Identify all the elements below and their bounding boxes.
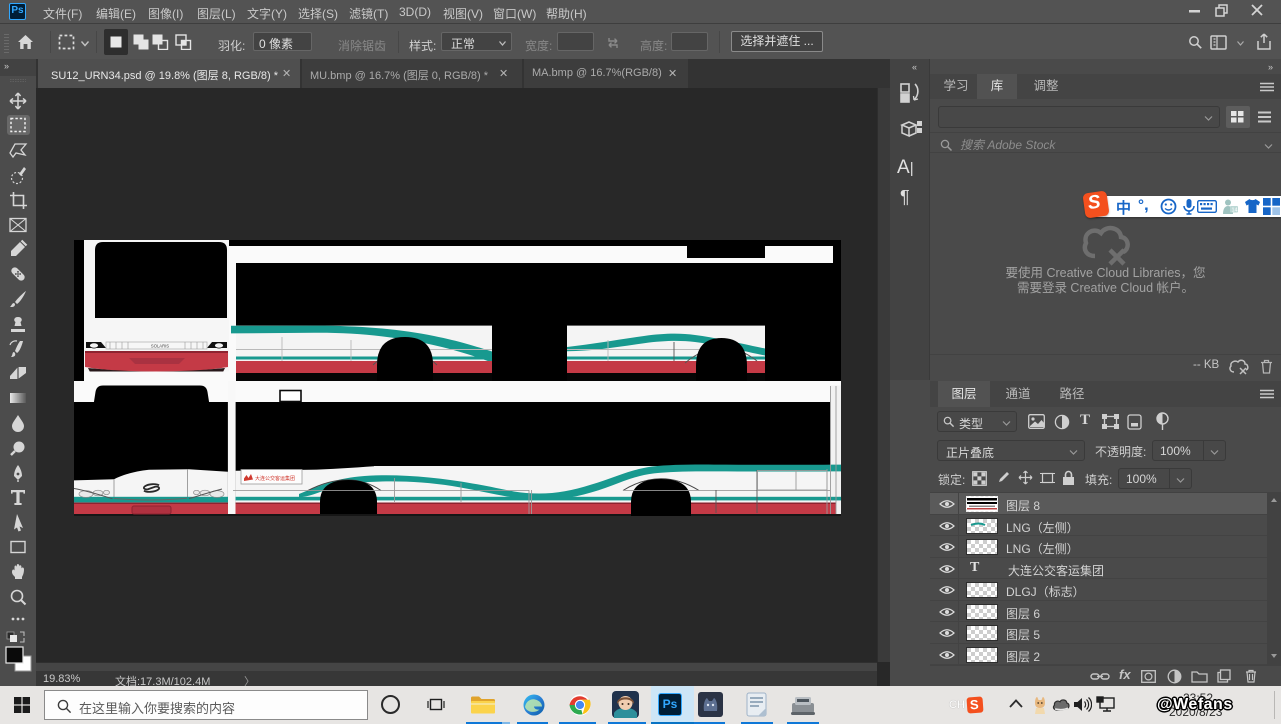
svg-text:14: 14 bbox=[1232, 208, 1238, 214]
svg-text:大连公交客运集团: 大连公交客运集团 bbox=[255, 475, 295, 482]
svg-text:SOLARIS: SOLARIS bbox=[151, 344, 169, 349]
